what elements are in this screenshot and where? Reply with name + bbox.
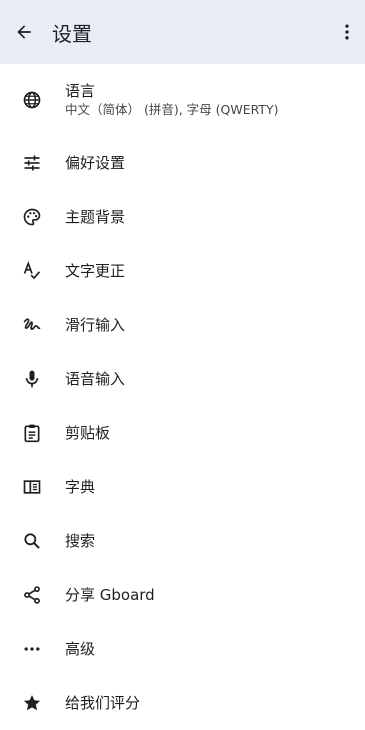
settings-item-label: 搜索 — [65, 532, 96, 550]
settings-item-theme[interactable]: 主题背景 — [0, 190, 365, 244]
page-title: 设置 — [52, 21, 92, 46]
tune-icon — [22, 153, 42, 173]
spellcheck-icon — [22, 261, 42, 281]
share-icon — [22, 585, 42, 605]
settings-item-label: 滑行输入 — [65, 316, 126, 334]
back-arrow-icon — [17, 25, 31, 39]
settings-item-label: 偏好设置 — [65, 154, 126, 172]
more-horizontal-icon — [22, 639, 42, 659]
microphone-icon — [22, 369, 42, 389]
back-button[interactable] — [12, 20, 36, 44]
palette-icon — [22, 207, 42, 227]
settings-item-language[interactable]: 语言 中文（简体） (拼音), 字母 (QWERTY) — [0, 64, 365, 136]
more-options-button[interactable] — [335, 20, 359, 44]
globe-icon — [22, 90, 42, 110]
settings-item-share[interactable]: 分享 Gboard — [0, 568, 365, 622]
search-icon — [22, 531, 42, 551]
gesture-icon — [22, 315, 42, 335]
settings-item-advanced[interactable]: 高级 — [0, 622, 365, 676]
settings-item-voice-typing[interactable]: 语音输入 — [0, 352, 365, 406]
settings-item-label: 文字更正 — [65, 262, 126, 280]
star-icon — [22, 693, 42, 713]
settings-item-label: 语音输入 — [65, 370, 126, 388]
app-bar: 设置 — [0, 0, 365, 64]
clipboard-icon — [22, 423, 42, 443]
settings-item-sublabel: 中文（简体） (拼音), 字母 (QWERTY) — [65, 102, 279, 117]
settings-item-label: 给我们评分 — [65, 694, 141, 712]
settings-item-text-correction[interactable]: 文字更正 — [0, 244, 365, 298]
settings-item-search[interactable]: 搜索 — [0, 514, 365, 568]
settings-item-label: 主题背景 — [65, 208, 126, 226]
settings-item-label: 分享 Gboard — [65, 586, 155, 604]
settings-item-dictionary[interactable]: 字典 — [0, 460, 365, 514]
settings-item-rate-us[interactable]: 给我们评分 — [0, 676, 365, 730]
book-icon — [22, 477, 42, 497]
settings-item-glide-typing[interactable]: 滑行输入 — [0, 298, 365, 352]
settings-item-label: 字典 — [65, 478, 96, 496]
settings-item-label: 高级 — [65, 640, 96, 658]
more-vertical-icon — [345, 24, 349, 40]
settings-item-label: 剪贴板 — [65, 424, 111, 442]
settings-item-label: 语言 — [65, 82, 96, 100]
settings-item-preferences[interactable]: 偏好设置 — [0, 136, 365, 190]
settings-item-clipboard[interactable]: 剪贴板 — [0, 406, 365, 460]
